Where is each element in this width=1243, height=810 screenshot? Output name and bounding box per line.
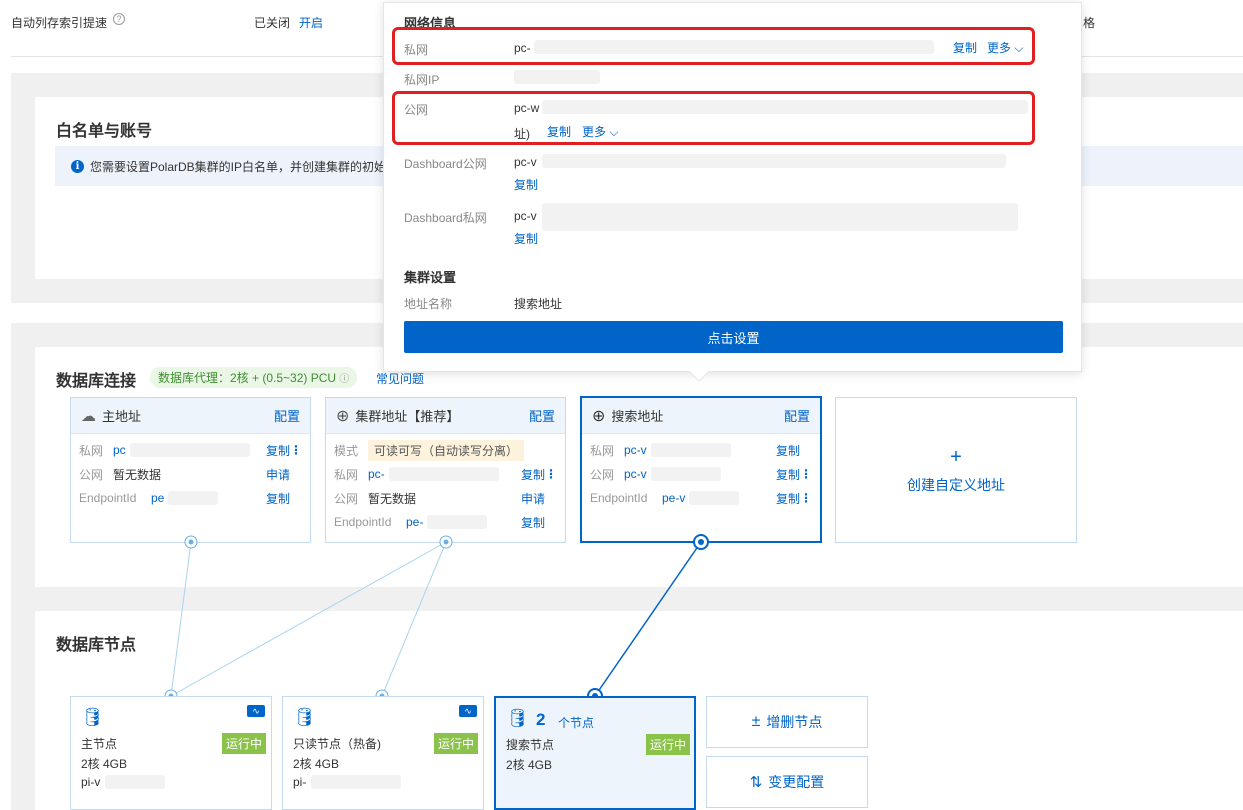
node-name: 只读节点（热备) <box>293 737 381 751</box>
address-name-value: 搜索地址 <box>514 297 563 311</box>
address-name-key: 地址名称 <box>404 297 453 311</box>
database-icon: 🛢 <box>293 707 316 727</box>
node-name: 主节点 <box>81 737 118 751</box>
network-info-popover: 网络信息 私网 pc- 复制 更多 ⌵ 私网IP 公网 pc-w 址) 复制 更… <box>383 2 1082 372</box>
monitor-icon[interactable]: ∿ <box>459 705 477 717</box>
node-card-primary[interactable]: 🛢 ∿ 运行中 主节点 2核 4GB pi-v <box>70 696 272 810</box>
status-badge: 运行中 <box>434 733 479 754</box>
click-to-set-button[interactable]: 点击设置 <box>404 321 1063 353</box>
add-remove-label: 增删节点 <box>766 714 823 730</box>
dashboard-private-key: Dashboard私网 <box>404 211 487 225</box>
highlight-box-public <box>392 91 1035 145</box>
change-config-button[interactable]: ⇅ 变更配置 <box>706 756 868 808</box>
node-id: pi- <box>293 775 307 789</box>
node-spec: 2核 4GB <box>293 757 340 771</box>
copy-link[interactable]: 复制 <box>514 230 538 247</box>
node-spec: 2核 4GB <box>81 757 128 771</box>
change-config-label: 变更配置 <box>768 774 825 790</box>
copy-link[interactable]: 复制 <box>514 176 538 193</box>
monitor-icon[interactable]: ∿ <box>247 705 265 717</box>
node-card-readonly[interactable]: 🛢 ∿ 运行中 只读节点（热备) 2核 4GB pi- <box>282 696 484 810</box>
node-count-unit: 个节点 <box>558 716 595 730</box>
node-name: 搜索节点 <box>506 738 555 752</box>
status-badge: 运行中 <box>222 733 267 754</box>
node-count: 2 <box>536 710 546 729</box>
dashboard-public-key: Dashboard公网 <box>404 157 487 171</box>
dashboard-public-value: pc-v <box>514 155 537 169</box>
database-icon: 🛢 <box>506 708 529 728</box>
private-ip-key: 私网IP <box>404 73 440 87</box>
cluster-settings-title: 集群设置 <box>404 270 457 285</box>
swap-arrows-icon: ⇅ <box>749 774 763 791</box>
highlight-box-private <box>392 27 1035 65</box>
plus-minus-icon: ± <box>751 713 761 730</box>
node-id: pi-v <box>81 775 101 789</box>
add-remove-nodes-button[interactable]: ± 增删节点 <box>706 696 868 748</box>
database-icon: 🛢 <box>81 707 104 727</box>
node-spec: 2核 4GB <box>506 758 553 772</box>
dashboard-private-value: pc-v <box>514 209 537 223</box>
status-badge: 运行中 <box>646 734 691 755</box>
node-card-search[interactable]: 🛢 2 个节点 运行中 搜索节点 2核 4GB <box>494 696 696 810</box>
